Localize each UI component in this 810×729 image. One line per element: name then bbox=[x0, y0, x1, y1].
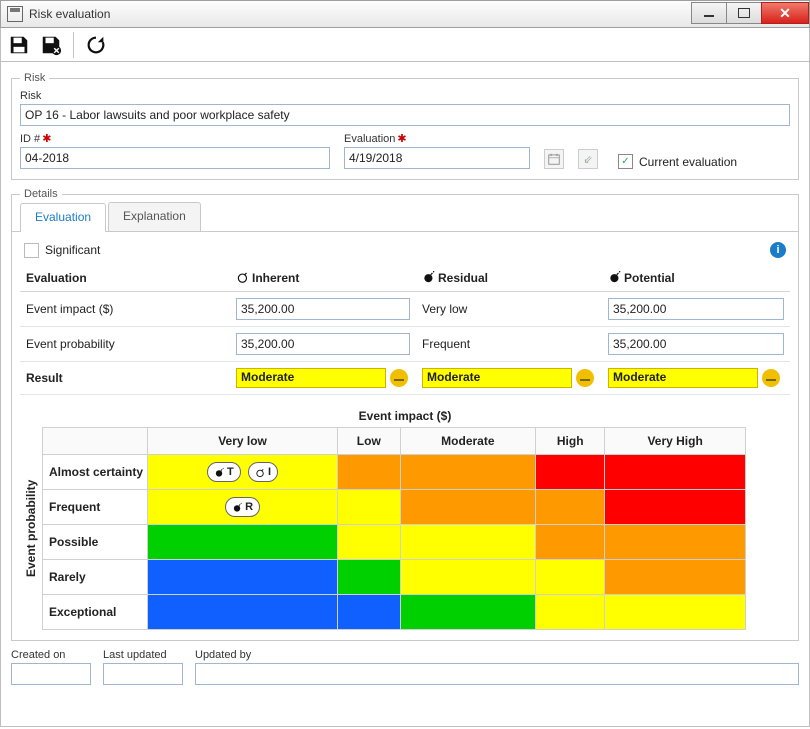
tab-evaluation[interactable]: Evaluation bbox=[20, 203, 106, 232]
matrix-cell bbox=[400, 595, 536, 630]
matrix-cell: R bbox=[148, 490, 338, 525]
info-icon[interactable]: i bbox=[770, 242, 786, 258]
matrix-y-title: Event probability bbox=[20, 427, 42, 630]
created-on-label: Created on bbox=[11, 649, 91, 661]
matrix-cell bbox=[338, 595, 400, 630]
last-updated-field[interactable] bbox=[103, 663, 183, 685]
matrix-col-4: Very High bbox=[605, 428, 746, 455]
calendar-icon[interactable] bbox=[544, 149, 564, 169]
matrix-cell bbox=[148, 560, 338, 595]
window-close-button[interactable]: ✕ bbox=[761, 2, 809, 24]
matrix-cell bbox=[338, 455, 400, 490]
matrix-row-2: Possible bbox=[43, 525, 148, 560]
marker-inherent: I bbox=[248, 462, 278, 482]
matrix-cell bbox=[400, 560, 536, 595]
current-eval-checkbox[interactable]: ✓ bbox=[618, 154, 633, 169]
matrix-cell bbox=[536, 595, 605, 630]
result-inherent: Moderate bbox=[236, 368, 386, 388]
prob-inherent-field[interactable] bbox=[236, 333, 410, 355]
matrix-cell bbox=[400, 455, 536, 490]
save-button[interactable] bbox=[7, 33, 31, 57]
face-icon bbox=[762, 369, 780, 387]
matrix-cell: T I bbox=[148, 455, 338, 490]
eval-date-label: Evaluation✱ bbox=[344, 132, 530, 145]
matrix-cell bbox=[536, 455, 605, 490]
matrix-col-0: Very low bbox=[148, 428, 338, 455]
id-label: ID #✱ bbox=[20, 132, 330, 145]
updated-by-label: Updated by bbox=[195, 649, 799, 661]
window-maximize-button[interactable] bbox=[726, 2, 762, 24]
face-icon bbox=[390, 369, 408, 387]
matrix-x-title: Event impact ($) bbox=[20, 409, 790, 423]
face-icon bbox=[576, 369, 594, 387]
created-on-field[interactable] bbox=[11, 663, 91, 685]
matrix-col-2: Moderate bbox=[400, 428, 536, 455]
details-group: Details Evaluation Explanation ✓ Signifi… bbox=[11, 188, 799, 641]
matrix-row-0: Almost certainty bbox=[43, 455, 148, 490]
col-residual: Residual bbox=[416, 264, 602, 292]
matrix-cell bbox=[400, 525, 536, 560]
details-tabs: Evaluation Explanation bbox=[12, 194, 798, 232]
col-potential: Potential bbox=[602, 264, 790, 292]
impact-inherent-field[interactable] bbox=[236, 298, 410, 320]
risk-group: Risk Risk ID #✱ Evaluation✱ ⇙ ✓ Current … bbox=[11, 72, 799, 180]
window-title: Risk evaluation bbox=[29, 7, 692, 21]
matrix-cell bbox=[536, 525, 605, 560]
updated-by-field[interactable] bbox=[195, 663, 799, 685]
risk-field[interactable] bbox=[20, 104, 790, 126]
toolbar bbox=[0, 28, 810, 62]
evaluation-table: Evaluation Inherent Residual Potential E… bbox=[20, 264, 790, 395]
result-residual: Moderate bbox=[422, 368, 572, 388]
risk-label: Risk bbox=[20, 90, 790, 102]
matrix-col-3: High bbox=[536, 428, 605, 455]
matrix-cell bbox=[400, 490, 536, 525]
details-legend: Details bbox=[20, 188, 62, 200]
matrix-cell bbox=[148, 595, 338, 630]
window-titlebar: Risk evaluation ✕ bbox=[0, 0, 810, 28]
risk-group-legend: Risk bbox=[20, 72, 49, 84]
save-close-button[interactable] bbox=[39, 33, 63, 57]
toolbar-separator bbox=[73, 32, 74, 58]
tab-explanation[interactable]: Explanation bbox=[108, 202, 201, 231]
result-potential: Moderate bbox=[608, 368, 758, 388]
matrix-cell bbox=[605, 525, 746, 560]
matrix-cell bbox=[338, 525, 400, 560]
window-minimize-button[interactable] bbox=[691, 2, 727, 24]
prob-residual-text: Frequent bbox=[416, 327, 602, 362]
marker-potential: T bbox=[207, 462, 241, 482]
id-field[interactable] bbox=[20, 147, 330, 169]
matrix-row-3: Rarely bbox=[43, 560, 148, 595]
refresh-button[interactable] bbox=[84, 33, 108, 57]
footer: Created on Last updated Updated by bbox=[11, 649, 799, 685]
col-evaluation: Evaluation bbox=[20, 264, 230, 292]
eval-date-field[interactable] bbox=[344, 147, 530, 169]
significant-label: Significant bbox=[45, 243, 100, 257]
matrix-row-1: Frequent bbox=[43, 490, 148, 525]
row-prob-label: Event probability bbox=[20, 327, 230, 362]
col-inherent: Inherent bbox=[230, 264, 416, 292]
last-updated-label: Last updated bbox=[103, 649, 183, 661]
matrix-cell bbox=[338, 560, 400, 595]
matrix-cell bbox=[536, 490, 605, 525]
matrix-cell bbox=[605, 560, 746, 595]
matrix-cell bbox=[148, 525, 338, 560]
matrix-col-1: Low bbox=[338, 428, 400, 455]
marker-residual: R bbox=[225, 497, 260, 517]
app-icon bbox=[7, 6, 23, 22]
impact-residual-text: Very low bbox=[416, 292, 602, 327]
matrix-cell bbox=[605, 595, 746, 630]
link-icon[interactable]: ⇙ bbox=[578, 149, 598, 169]
significant-checkbox[interactable]: ✓ bbox=[24, 243, 39, 258]
matrix-row-4: Exceptional bbox=[43, 595, 148, 630]
row-result-label: Result bbox=[20, 362, 230, 395]
risk-matrix: Very low Low Moderate High Very High Alm… bbox=[42, 427, 746, 630]
impact-potential-field[interactable] bbox=[608, 298, 784, 320]
matrix-cell bbox=[536, 560, 605, 595]
matrix-cell bbox=[605, 490, 746, 525]
matrix-cell bbox=[605, 455, 746, 490]
current-eval-label: Current evaluation bbox=[639, 155, 737, 169]
row-impact-label: Event impact ($) bbox=[20, 292, 230, 327]
prob-potential-field[interactable] bbox=[608, 333, 784, 355]
matrix-cell bbox=[338, 490, 400, 525]
